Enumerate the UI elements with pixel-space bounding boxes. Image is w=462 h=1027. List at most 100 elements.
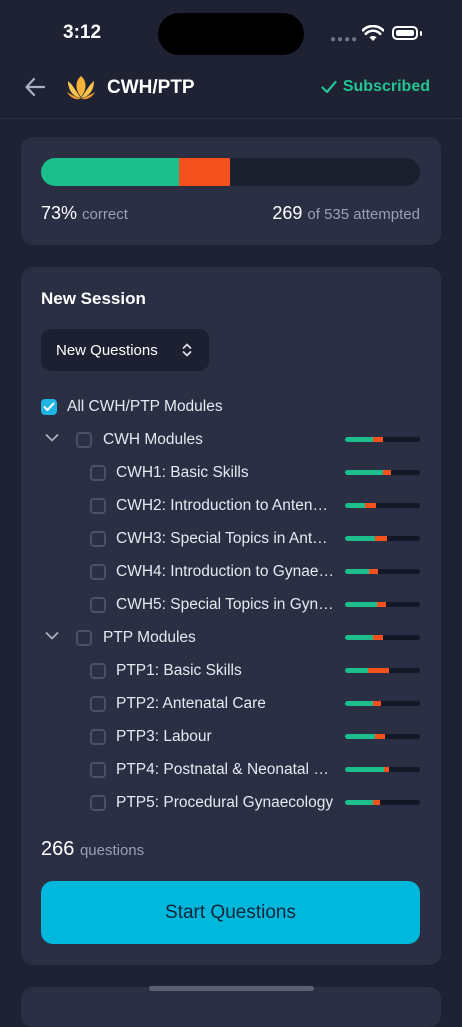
incorrect-segment [384,767,389,772]
section-title: New Session [41,289,146,308]
battery-icon [392,26,418,40]
chevron-down-icon[interactable] [45,631,59,641]
module-item-checkbox[interactable] [90,464,106,481]
module-item-checkbox[interactable] [90,530,106,547]
module-item-label: PTP5: Procedural Gynaecology [116,793,334,811]
module-item-checkbox[interactable] [90,497,106,514]
new-session-card: New Session New Questions All CWH/PTP Mo… [21,267,441,965]
module-item-row[interactable]: PTP3: Labour [21,720,441,753]
module-item-label: PTP4: Postnatal & Neonatal Care [116,760,336,778]
correct-segment [345,470,383,475]
module-item-checkbox[interactable] [90,761,106,778]
next-card [21,987,441,1027]
module-item-row[interactable]: CWH1: Basic Skills [21,456,441,489]
subscribed-badge: Subscribed [321,78,430,96]
module-item-progress-bar [345,767,420,772]
module-item-row[interactable]: CWH5: Special Topics in Gynaecology [21,588,441,621]
correct-segment [345,569,369,574]
module-group-progress-bar [345,437,420,442]
module-group-row[interactable]: PTP Modules [21,621,441,654]
module-item-progress-bar [345,536,420,541]
module-item-row[interactable]: CWH3: Special Topics in Antenatal Care [21,522,441,555]
percent-correct-value: 73% [41,203,78,223]
module-item-progress-bar [345,569,420,574]
correct-segment [345,800,373,805]
checkmark-icon [321,80,337,94]
correct-segment [345,701,373,706]
incorrect-segment [367,668,390,673]
question-mode-select[interactable]: New Questions [41,329,209,371]
percent-correct-stat: 73% correct [41,203,128,224]
question-mode-value: New Questions [56,341,158,359]
chevron-down-icon[interactable] [45,433,59,443]
page-title: CWH/PTP [107,77,195,98]
all-modules-row[interactable]: All CWH/PTP Modules [21,390,441,423]
module-item-label: CWH1: Basic Skills [116,463,249,481]
correct-segment [345,734,375,739]
module-group-checkbox[interactable] [76,431,92,448]
module-item-row[interactable]: PTP2: Antenatal Care [21,687,441,720]
module-item-checkbox[interactable] [90,563,106,580]
module-item-label: CWH4: Introduction to Gynaecology [116,562,336,580]
module-item-progress-bar [345,701,420,706]
all-modules-label: All CWH/PTP Modules [67,397,223,415]
incorrect-segment [372,635,384,640]
correct-segment [345,536,375,541]
wifi-icon [362,25,384,41]
incorrect-segment [372,701,381,706]
back-arrow-icon[interactable] [22,74,48,100]
incorrect-segment [375,536,387,541]
module-item-progress-bar [345,734,420,739]
module-item-label: CWH3: Special Topics in Antenatal Care [116,529,336,547]
percent-correct-label: correct [82,206,128,223]
chevron-up-down-icon [182,343,192,357]
module-item-label: PTP2: Antenatal Care [116,694,266,712]
correct-segment [345,602,377,607]
module-item-row[interactable]: CWH4: Introduction to Gynaecology [21,555,441,588]
module-item-row[interactable]: PTP5: Procedural Gynaecology [21,786,441,819]
incorrect-segment [372,437,383,442]
correct-segment [345,437,373,442]
module-item-row[interactable]: PTP4: Postnatal & Neonatal Care [21,753,441,786]
overall-progress-bar [41,158,420,186]
module-item-progress-bar [345,503,420,508]
module-group-label: PTP Modules [103,628,196,646]
home-indicator[interactable] [149,986,314,991]
dynamic-island [158,13,304,55]
all-modules-checkbox[interactable] [41,398,57,415]
module-item-row[interactable]: PTP1: Basic Skills [21,654,441,687]
module-item-checkbox[interactable] [90,596,106,613]
signal-icon: ●●●● [330,34,359,45]
module-item-checkbox[interactable] [90,794,106,811]
status-bar: 3:12 ●●●● [0,0,462,60]
module-item-checkbox[interactable] [90,695,106,712]
incorrect-segment [372,800,380,805]
navigation-bar: CWH/PTP Subscribed [0,62,462,114]
module-item-checkbox[interactable] [90,662,106,679]
incorrect-segment [179,158,231,186]
module-item-label: CWH5: Special Topics in Gynaecology [116,595,336,613]
module-item-row[interactable]: CWH2: Introduction to Antenatal Care [21,489,441,522]
correct-segment [345,668,368,673]
incorrect-segment [369,569,378,574]
incorrect-segment [375,734,385,739]
attempted-label: of 535 attempted [307,206,420,223]
module-group-row[interactable]: CWH Modules [21,423,441,456]
module-item-checkbox[interactable] [90,728,106,745]
correct-segment [345,767,384,772]
module-item-progress-bar [345,800,420,805]
lotus-logo-icon [67,76,95,100]
clock: 3:12 [63,22,102,43]
incorrect-segment [382,470,391,475]
header-divider [0,118,462,119]
start-questions-button[interactable]: Start Questions [41,881,420,944]
battery-tip [420,31,422,36]
module-item-label: PTP1: Basic Skills [116,661,242,679]
subscribed-label: Subscribed [342,78,430,95]
check-icon [43,402,55,411]
module-item-progress-bar [345,668,420,673]
module-group-label: CWH Modules [103,430,203,448]
module-item-progress-bar [345,602,420,607]
module-group-checkbox[interactable] [76,629,92,646]
module-item-label: PTP3: Labour [116,727,212,745]
